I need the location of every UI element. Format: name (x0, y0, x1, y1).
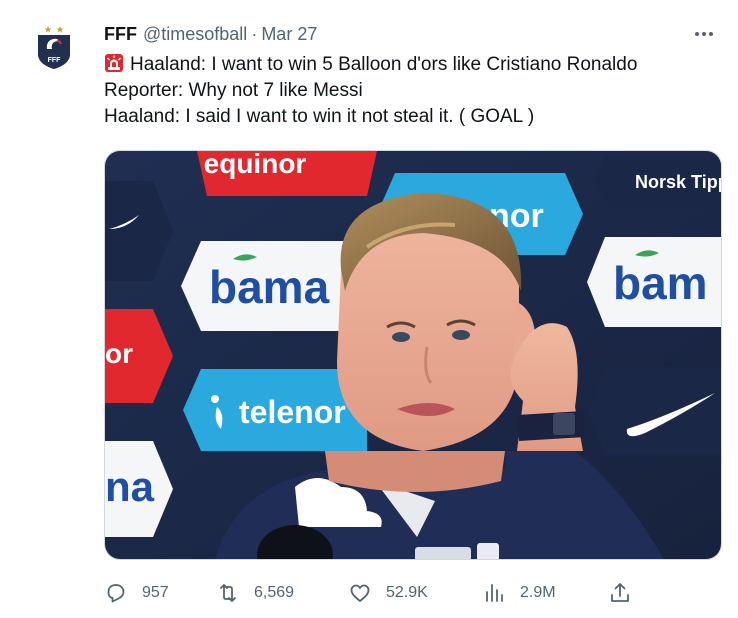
tweet-date[interactable]: Mar 27 (261, 24, 317, 45)
avatar-text: FFF (48, 57, 62, 64)
views-count: 2.9M (520, 584, 556, 601)
reply-button[interactable]: 957 (104, 580, 169, 606)
separator-dot: · (251, 23, 258, 44)
norsk-tipping-label: Norsk Tipp (635, 172, 722, 192)
nike-board (589, 367, 721, 455)
bama-left-label: bama (209, 261, 330, 313)
views-button[interactable]: 2.9M (482, 580, 556, 606)
views-icon (486, 584, 503, 602)
press-conference-photo: equinor Norsk Tipp nor bama bam or telen… (105, 151, 722, 559)
tweet-text: Haaland: I want to win 5 Balloon d'ors l… (104, 52, 724, 130)
like-count: 52.9K (386, 584, 428, 601)
retweet-icon (220, 584, 236, 602)
share-icon (611, 583, 629, 602)
tweet-photo[interactable]: equinor Norsk Tipp nor bama bam or telen… (104, 150, 722, 560)
like-button[interactable]: 52.9K (348, 580, 428, 606)
or-partial-label: or (105, 338, 133, 369)
tweet-card[interactable]: FFF FFF @timesofball · Mar 27 Haaland: I… (0, 0, 738, 618)
bama-right-board: bam (587, 237, 721, 327)
tweet-header: FFF @timesofball · Mar 27 (104, 22, 317, 46)
bama-left-board: bama (181, 241, 359, 331)
police-car-light-icon (105, 54, 123, 72)
reply-icon (107, 584, 125, 603)
bama-right-label: bam (613, 257, 708, 309)
reply-count: 957 (142, 584, 169, 601)
tweet-line-1: Haaland: I want to win 5 Balloon d'ors l… (104, 52, 724, 78)
tweet-line-3: Haaland: I said I want to win it not ste… (104, 106, 535, 127)
author-handle[interactable]: @timesofball (143, 24, 247, 45)
telenor-label: telenor (239, 394, 346, 430)
share-button[interactable] (608, 580, 646, 606)
na-partial-label: na (105, 463, 155, 510)
fff-crest-icon: FFF (38, 26, 70, 69)
author-avatar[interactable]: FFF (30, 22, 78, 70)
heart-icon (350, 584, 370, 602)
retweet-button[interactable]: 6,569 (216, 580, 294, 606)
more-options-button[interactable] (690, 24, 718, 44)
retweet-count: 6,569 (254, 584, 295, 601)
norsk-tipping-board: Norsk Tipp (595, 157, 722, 207)
tweet-actions: 957 6,569 52.9K 2.9M (104, 580, 644, 606)
equinor-label: equinor (204, 151, 307, 179)
more-icon (695, 32, 713, 36)
equinor-board: equinor (197, 151, 377, 196)
author-name[interactable]: FFF (104, 24, 137, 45)
tweet-line-2: Reporter: Why not 7 like Messi (104, 80, 363, 101)
tweet-line-1-text: Haaland: I want to win 5 Balloon d'ors l… (130, 54, 638, 75)
